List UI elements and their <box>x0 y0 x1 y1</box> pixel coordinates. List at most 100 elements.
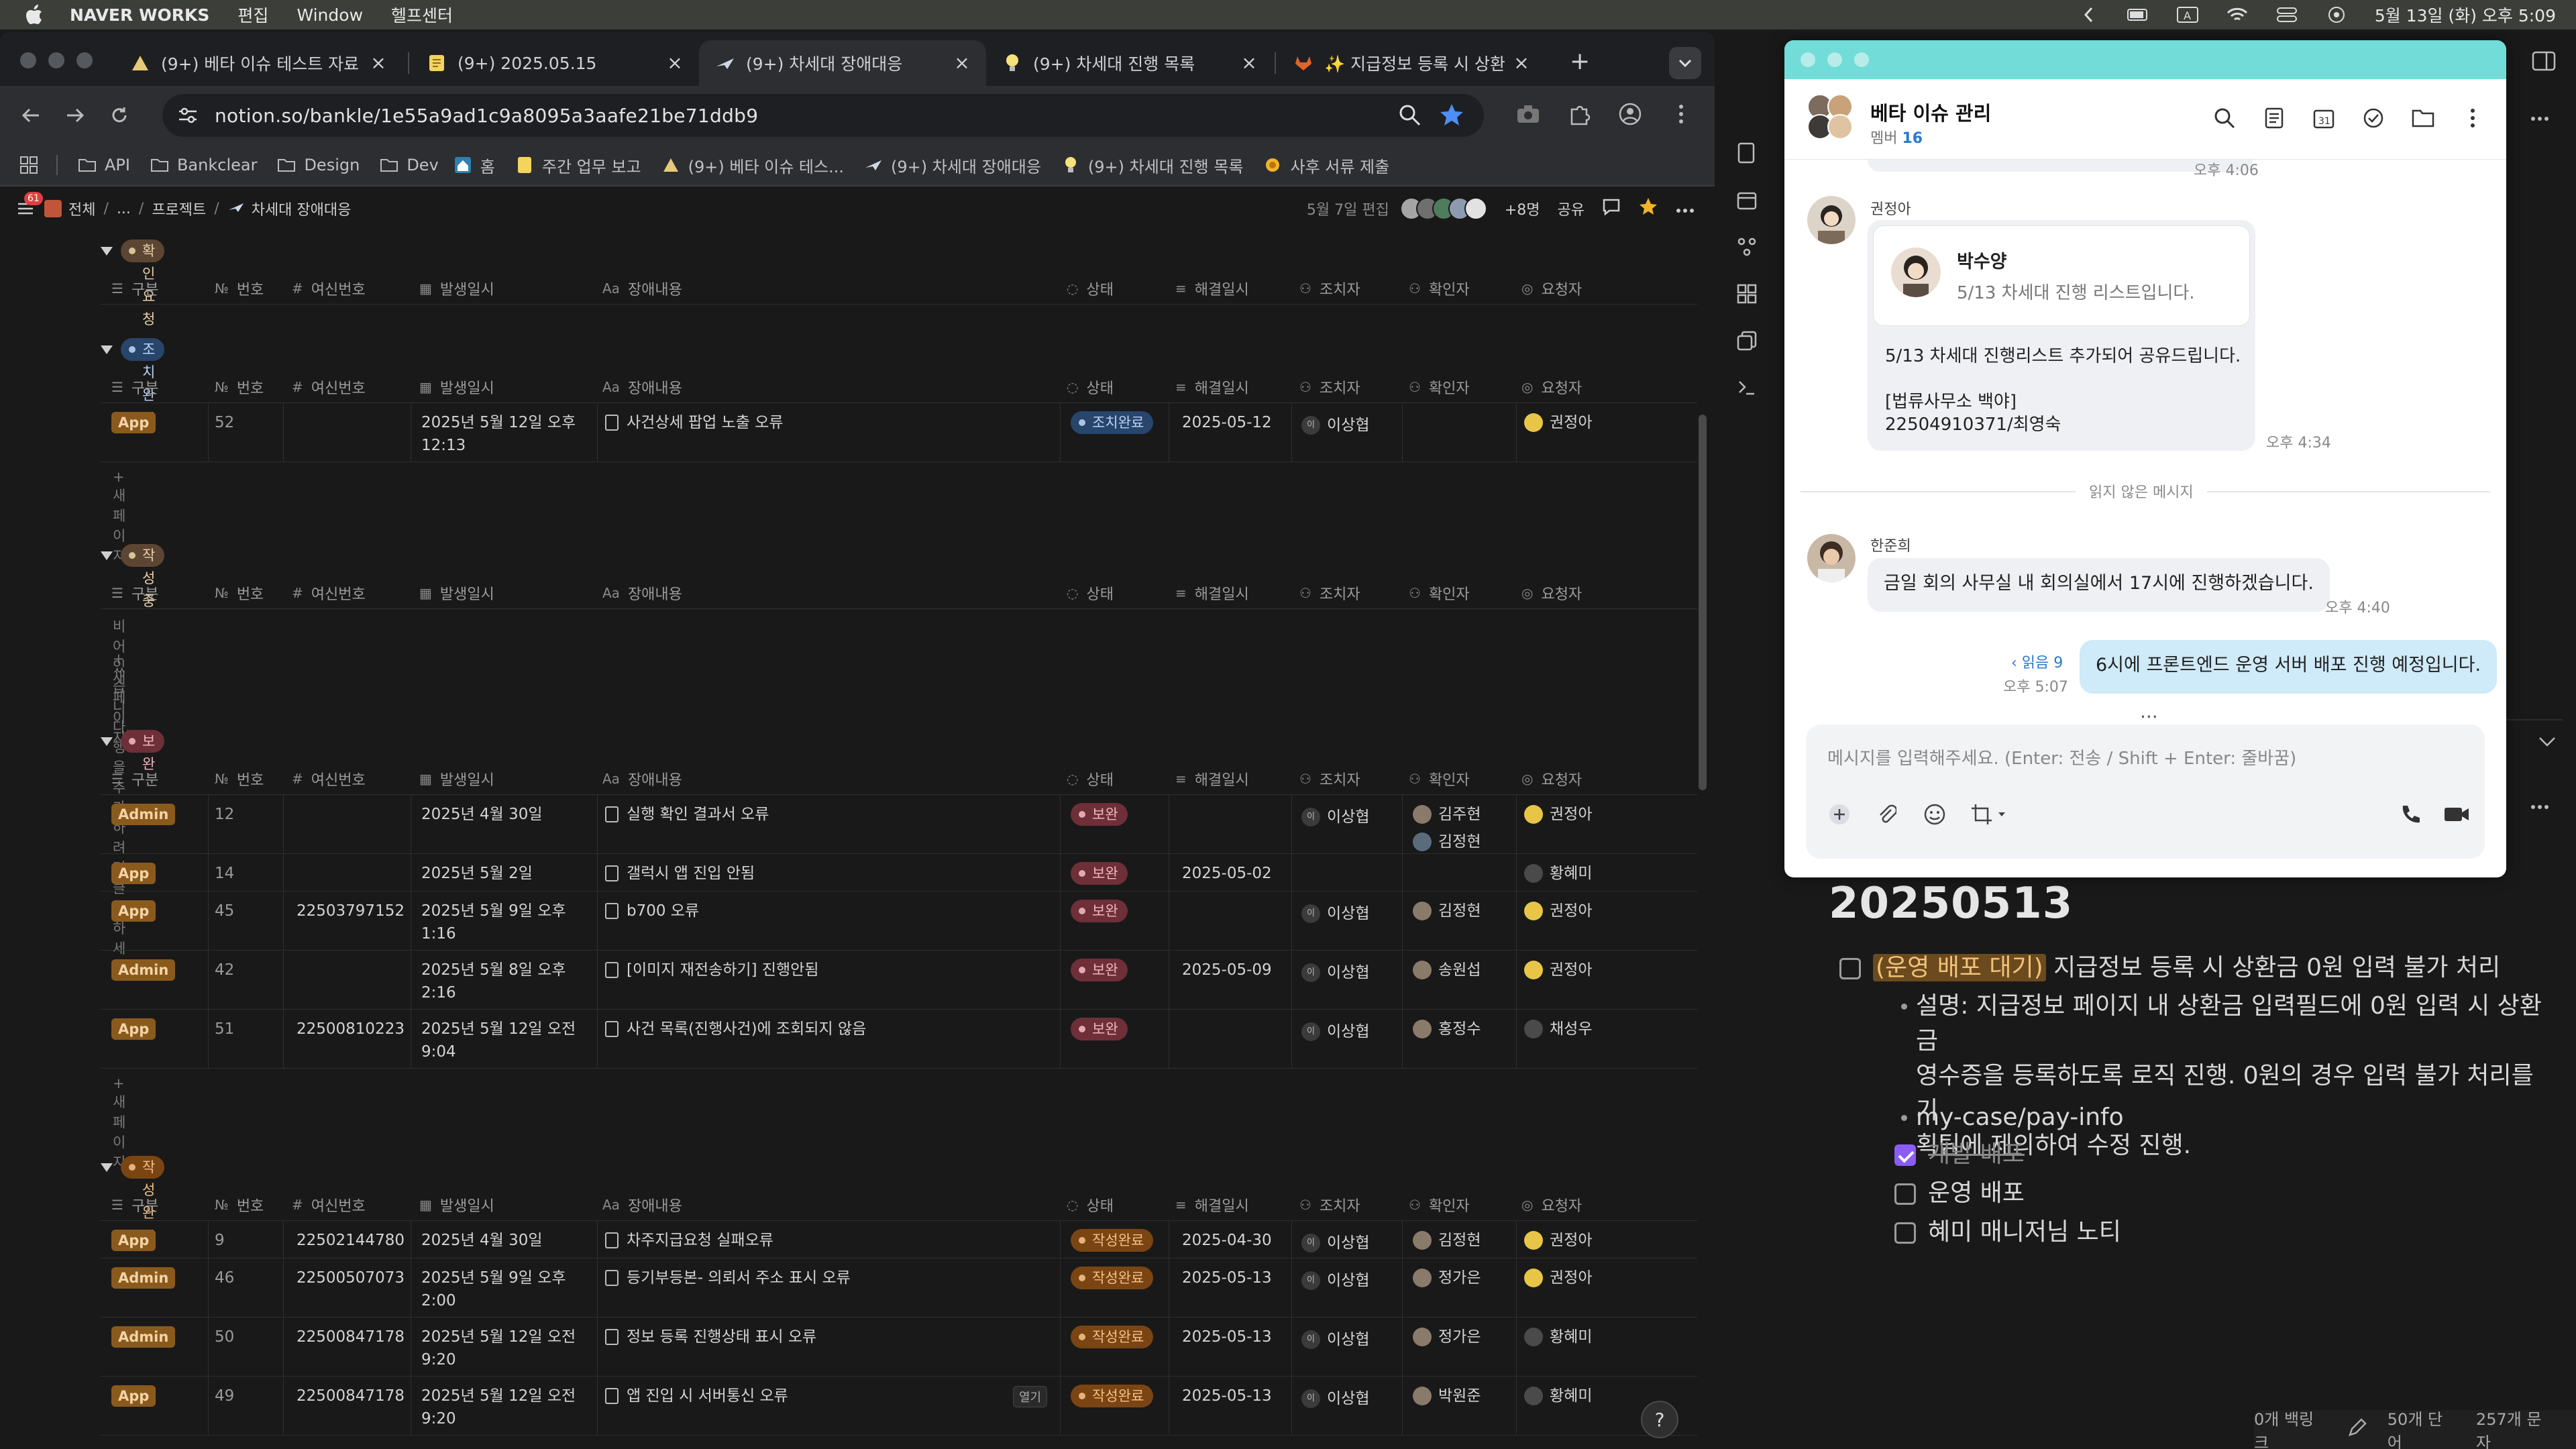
wifi-icon[interactable] <box>2226 7 2249 23</box>
column-header[interactable]: ⚇ 조치자 <box>1299 278 1360 299</box>
column-header[interactable]: ◌ 상태 <box>1067 376 1114 398</box>
more-icon[interactable] <box>2530 111 2549 124</box>
column-header[interactable]: # 여신번호 <box>292 1194 366 1216</box>
forward-button[interactable] <box>62 102 89 129</box>
actor-cell[interactable]: 이 이상협 <box>1301 900 1369 925</box>
column-header[interactable]: ⚇ 확인자 <box>1409 768 1470 790</box>
profile-icon[interactable] <box>1617 101 1644 127</box>
column-header[interactable]: № 번호 <box>215 768 264 790</box>
close-tab-icon[interactable]: × <box>665 54 684 72</box>
chat-zoom-button[interactable] <box>1854 52 1869 67</box>
actor-cell[interactable]: 이 이상협 <box>1301 1267 1369 1292</box>
checker-cell[interactable]: 김정현 <box>1413 900 1481 927</box>
actor-cell[interactable]: 이 이상협 <box>1301 411 1369 437</box>
member-avatars[interactable] <box>1399 197 1487 220</box>
more-icon[interactable] <box>2530 800 2549 812</box>
siri-icon[interactable] <box>2325 7 2348 23</box>
checker-cell[interactable]: 정가은 <box>1413 1267 1481 1294</box>
table-row[interactable]: Admin 42 2025년 5월 8일 오후 2:16 [이미지 재전송하기] 진행안… <box>101 951 1697 1010</box>
column-header[interactable]: ◌ 상태 <box>1067 1194 1114 1216</box>
notes-icon[interactable] <box>2262 106 2286 130</box>
column-header[interactable]: ≡ 해결일시 <box>1175 768 1249 790</box>
actor-cell[interactable]: 이 이상협 <box>1301 959 1369 984</box>
doc-icon[interactable] <box>1733 140 1760 166</box>
group-header[interactable]: 조치완료 <box>101 336 165 426</box>
subtask-checkbox[interactable] <box>1894 1222 1916 1244</box>
status-cell[interactable]: 조치완료 <box>1071 411 1154 434</box>
type-tag[interactable]: Admin <box>111 804 176 825</box>
subtask-checkbox-checked[interactable] <box>1894 1144 1916 1166</box>
checker-cell[interactable]: 김주현 김정현 <box>1413 803 1481 858</box>
column-header[interactable]: Aa 장애내용 <box>602 1194 682 1216</box>
clock-text[interactable]: 5월 13일 (화) 오후 5:09 <box>2375 3 2556 27</box>
content-cell[interactable]: 사건 목록(진행사건)에 조회되지 않음 <box>605 1018 866 1040</box>
page-menu-icon[interactable] <box>1676 201 1695 217</box>
crop-icon[interactable] <box>1970 801 2010 828</box>
new-tab-button[interactable]: + <box>1570 50 1590 74</box>
content-cell[interactable]: 앱 진입 시 서버통신 오류 <box>605 1385 788 1407</box>
chat-close-button[interactable] <box>1801 52 1815 67</box>
column-header[interactable]: № 번호 <box>215 376 264 398</box>
column-header[interactable]: № 번호 <box>215 1194 264 1216</box>
layout-icon[interactable] <box>2532 51 2556 74</box>
back-button[interactable] <box>17 102 44 129</box>
user-avatar[interactable] <box>1807 196 1856 244</box>
subtask-checkbox[interactable] <box>1894 1183 1916 1205</box>
phone-icon[interactable] <box>2396 801 2423 828</box>
column-header[interactable]: ◎ 요청자 <box>1521 376 1582 398</box>
message-input[interactable]: 메시지를 입력해주세요. (Enter: 전송 / Shift + Enter:… <box>1806 724 2485 859</box>
checker-cell[interactable]: 송원섭 <box>1413 959 1481 986</box>
type-tag[interactable]: App <box>111 900 156 922</box>
bookmark-design[interactable]: Design <box>277 156 360 174</box>
table-row[interactable]: Admin 50 22500847178 2025년 5월 12일 오전 9:20 정보 … <box>101 1318 1697 1377</box>
collapse-icon[interactable] <box>101 551 113 560</box>
column-header[interactable]: ☰ 구분 <box>111 278 158 299</box>
zoom-window-button[interactable] <box>76 52 93 68</box>
screenshot-icon[interactable] <box>1515 101 1542 127</box>
actor-cell[interactable]: 이 이상협 <box>1301 1326 1369 1351</box>
column-header[interactable]: ⚇ 조치자 <box>1299 376 1360 398</box>
bookmark-home[interactable]: 홈 <box>453 154 495 177</box>
bookmark-incident[interactable]: (9+) 차세대 장애대응 <box>864 154 1041 177</box>
content-cell[interactable]: 사건상세 팝업 노출 오류 <box>605 411 784 434</box>
subtask-dev[interactable]: 개발 배포 <box>1894 1138 2025 1171</box>
terminal-icon[interactable] <box>1733 374 1760 401</box>
message-bubble[interactable]: 금일 회의 사무실 내 회의실에서 17시에 진행하겠습니다. <box>1868 558 2330 612</box>
group-header[interactable]: 작성완료 <box>101 1154 165 1244</box>
app-menu[interactable]: NAVER WORKS <box>70 5 209 25</box>
breadcrumb-project[interactable]: 프로젝트 <box>152 198 206 219</box>
actor-cell[interactable]: 이 이상협 <box>1301 803 1369 828</box>
close-tab-icon[interactable]: × <box>1512 54 1531 72</box>
type-tag[interactable]: Admin <box>111 959 176 981</box>
notion-ai-button[interactable]: ? <box>1641 1401 1678 1438</box>
bookmark-api[interactable]: API <box>78 156 130 174</box>
content-cell[interactable]: 갤럭시 앱 진입 안됨 <box>605 862 755 885</box>
task-check-icon[interactable] <box>2361 106 2385 130</box>
requester-cell[interactable]: 황혜미 <box>1524 1385 1592 1412</box>
actor-cell[interactable]: 이 이상협 <box>1301 1229 1369 1254</box>
url-text[interactable]: notion.so/bankle/1e55a9ad1c9a8095a3aafe2… <box>215 105 758 127</box>
menu-edit[interactable]: 편집 <box>237 3 268 27</box>
requester-cell[interactable]: 채성우 <box>1524 1018 1592 1045</box>
copy-icon[interactable] <box>1733 327 1760 354</box>
status-cell[interactable]: 보완 <box>1071 1018 1128 1040</box>
content-cell[interactable]: 실행 확인 결과서 오류 <box>605 803 769 826</box>
type-tag[interactable]: App <box>111 1230 156 1251</box>
content-cell[interactable]: 등기부등본- 의뢰서 주소 표시 오류 <box>605 1267 851 1289</box>
minimize-window-button[interactable] <box>48 52 64 68</box>
member-count[interactable]: 멤버 16 <box>1870 126 1923 148</box>
graph-icon[interactable] <box>1733 233 1760 260</box>
close-tab-icon[interactable]: × <box>369 54 388 72</box>
memo-title[interactable]: 20250513 <box>1829 879 2073 928</box>
column-header[interactable]: ⚇ 확인자 <box>1409 278 1470 299</box>
checker-cell[interactable]: 김정현 <box>1413 1229 1481 1256</box>
content-cell[interactable]: 차주지급요청 실패오류 <box>605 1229 773 1252</box>
tab-incident[interactable]: (9+) 차세대 장애대응 × <box>699 40 986 86</box>
type-tag[interactable]: Admin <box>111 1267 176 1289</box>
browser-menu-icon[interactable] <box>1668 101 1695 127</box>
requester-cell[interactable]: 권정아 <box>1524 1267 1592 1294</box>
comment-icon[interactable] <box>1602 198 1621 219</box>
open-button[interactable]: 열기 <box>1013 1386 1048 1407</box>
add-icon[interactable] <box>1826 801 1853 828</box>
table-row[interactable]: App 51 22500810223 2025년 5월 12일 오전 9:04 사건 목록… <box>101 1010 1697 1069</box>
